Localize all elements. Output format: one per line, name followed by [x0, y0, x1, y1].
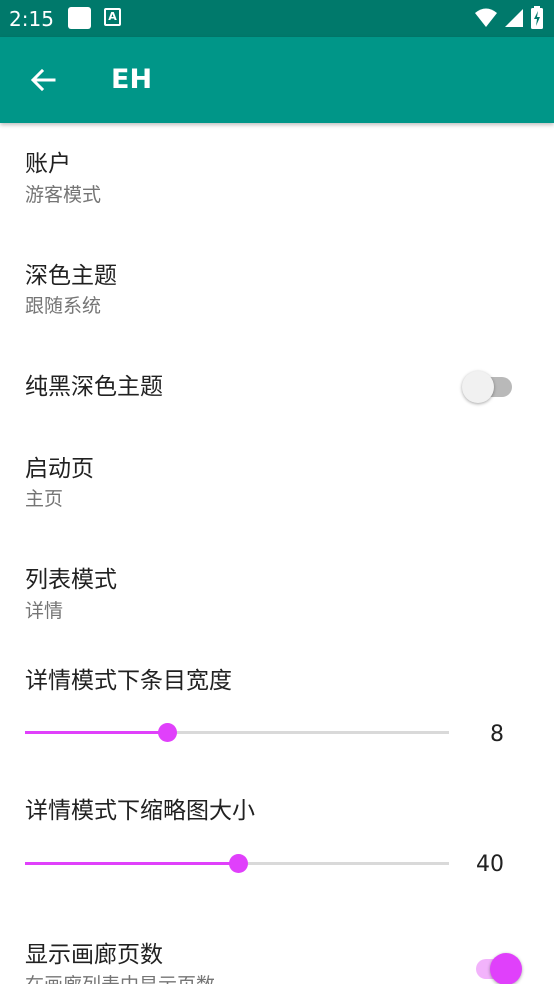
detail-item-width-slider[interactable] — [25, 718, 449, 748]
pref-detail-thumb-size: 详情模式下缩略图大小 40 — [0, 780, 554, 920]
slider-value: 8 — [490, 722, 504, 747]
cellular-signal-icon — [505, 9, 523, 27]
pref-summary: 详情 — [25, 600, 64, 622]
pref-summary: 在画廊列表中显示页数 — [25, 972, 215, 984]
wifi-icon — [475, 8, 497, 27]
pref-show-gallery-pages[interactable]: 显示画廊页数 在画廊列表中显示页数 — [0, 920, 554, 984]
pref-title: 深色主题 — [25, 263, 117, 289]
detail-thumb-size-slider[interactable] — [25, 849, 449, 879]
pref-detail-item-width: 详情模式下条目宽度 8 — [0, 652, 554, 780]
pref-title: 账户 — [25, 151, 71, 177]
switch-thumb — [490, 953, 522, 984]
app-bar: EH — [0, 37, 554, 123]
slider-thumb[interactable] — [228, 854, 248, 873]
pref-summary: 跟随系统 — [25, 295, 102, 317]
status-icons — [474, 6, 544, 30]
pref-title: 显示画廊页数 — [25, 942, 163, 968]
pref-summary: 游客模式 — [25, 184, 102, 206]
black-dark-theme-switch[interactable] — [462, 371, 516, 403]
pref-title: 详情模式下条目宽度 — [25, 668, 232, 694]
pref-summary: 主页 — [25, 488, 64, 510]
status-bar: 2:15 A — [0, 0, 554, 37]
notification-a-icon: A — [104, 8, 121, 26]
pref-title: 启动页 — [25, 456, 94, 482]
pref-account[interactable]: 账户 游客模式 — [0, 123, 554, 235]
back-button[interactable] — [20, 57, 66, 103]
page-title: EH — [111, 64, 153, 95]
slider-value: 40 — [476, 852, 504, 877]
pref-title: 列表模式 — [25, 567, 117, 593]
notification-square-icon — [68, 7, 91, 29]
pref-list-mode[interactable]: 列表模式 详情 — [0, 540, 554, 652]
pref-title: 详情模式下缩略图大小 — [25, 798, 255, 824]
pref-dark-theme[interactable]: 深色主题 跟随系统 — [0, 235, 554, 347]
slider-thumb[interactable] — [158, 723, 178, 742]
arrow-back-icon — [30, 68, 56, 92]
status-time: 2:15 — [9, 7, 54, 31]
show-gallery-pages-switch[interactable] — [468, 953, 522, 984]
pref-title: 纯黑深色主题 — [25, 374, 163, 400]
switch-thumb — [462, 371, 494, 403]
slider-fill — [25, 862, 238, 865]
pref-launch-page[interactable]: 启动页 主页 — [0, 429, 554, 540]
pref-black-dark-theme[interactable]: 纯黑深色主题 — [0, 347, 554, 429]
slider-fill — [25, 731, 168, 734]
battery-icon — [531, 6, 543, 29]
